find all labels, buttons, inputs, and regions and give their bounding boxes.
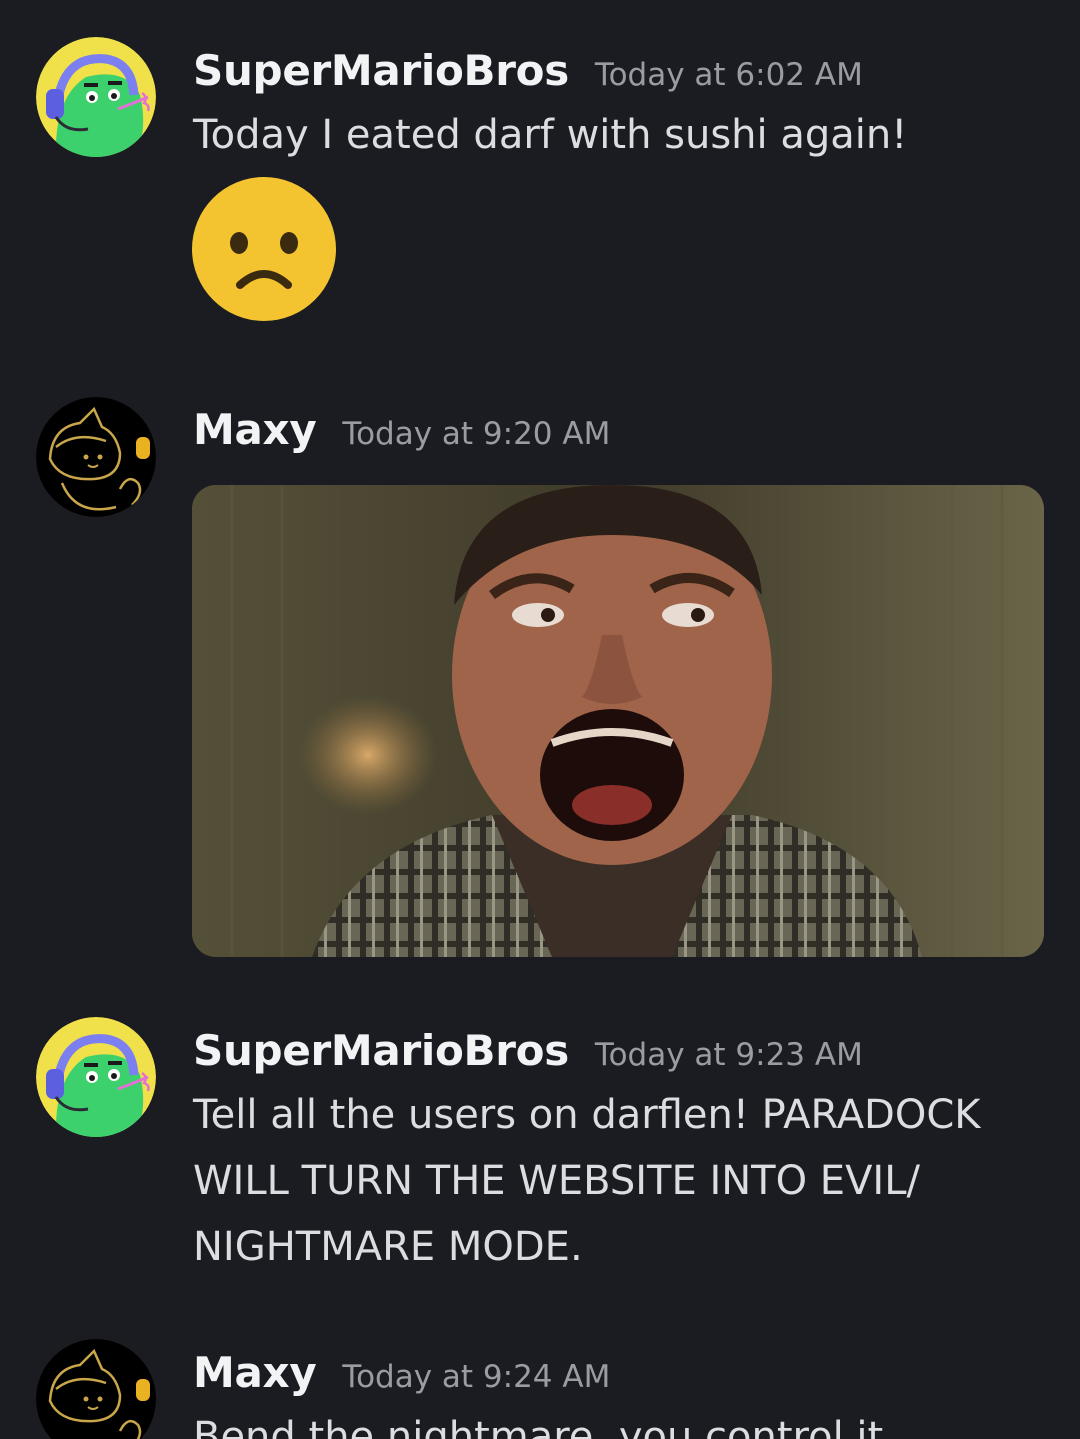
green-creature-avatar-icon <box>36 1017 156 1137</box>
cat-sketch-avatar-icon <box>36 1339 156 1439</box>
green-creature-avatar-icon <box>36 37 156 157</box>
message-text: Tell all the users on darflen! PARADOCK … <box>193 1082 1053 1280</box>
message-text: Bend the nightmare, you control it. <box>193 1414 896 1439</box>
avatar[interactable] <box>36 37 156 157</box>
timestamp: Today at 9:23 AM <box>594 1037 863 1073</box>
username[interactable]: SuperMarioBros <box>193 1026 569 1075</box>
cat-sketch-avatar-icon <box>36 397 156 517</box>
avatar[interactable] <box>36 397 156 517</box>
username[interactable]: Maxy <box>193 1348 317 1397</box>
screaming-man-gif-icon[interactable] <box>192 485 1044 957</box>
message-text: Today I eated darf with sushi again! <box>193 112 908 158</box>
username[interactable]: Maxy <box>193 405 317 454</box>
chat-log: SuperMarioBros Today at 6:02 AM Today I … <box>0 0 1080 1439</box>
avatar[interactable] <box>36 1339 156 1439</box>
message-line: WILL TURN THE WEBSITE INTO EVIL/ <box>193 1158 920 1204</box>
frowning-face-emoji-icon <box>192 177 336 321</box>
message-line: Tell all the users on darflen! PARADOCK <box>193 1092 981 1138</box>
message-line: NIGHTMARE MODE. <box>193 1224 583 1270</box>
timestamp: Today at 9:24 AM <box>342 1359 611 1395</box>
timestamp: Today at 9:20 AM <box>342 416 611 452</box>
avatar[interactable] <box>36 1017 156 1137</box>
timestamp: Today at 6:02 AM <box>594 57 863 93</box>
username[interactable]: SuperMarioBros <box>193 46 569 95</box>
